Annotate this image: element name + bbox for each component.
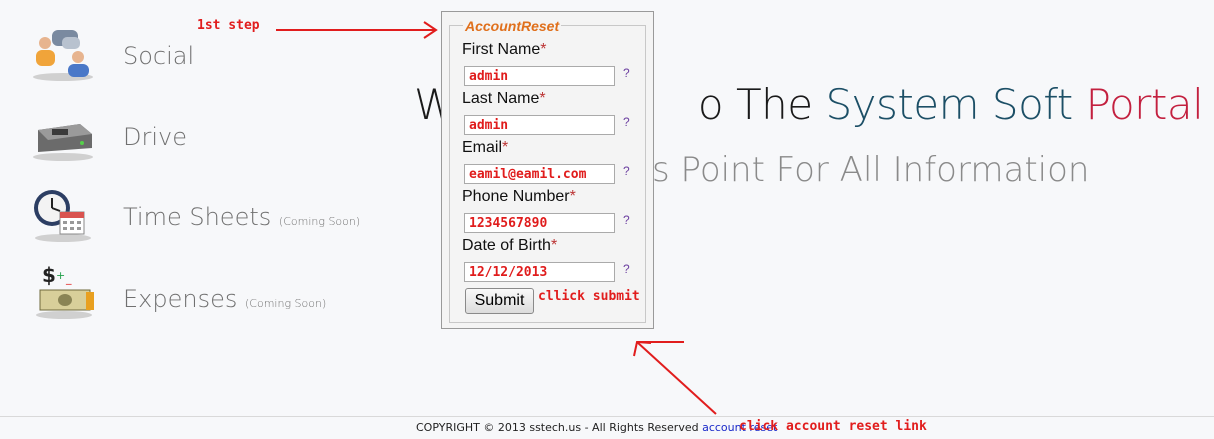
click-reset-link-annotation: click account reset link — [739, 419, 927, 434]
footer-divider — [0, 416, 1214, 417]
reset-link-arrow — [633, 340, 717, 415]
step1-arrow — [276, 21, 438, 39]
annotation-arrows — [276, 21, 717, 415]
footer-copyright: COPYRIGHT © 2013 sstech.us - All Rights … — [416, 421, 699, 434]
footer: COPYRIGHT © 2013 sstech.us - All Rights … — [416, 421, 777, 434]
